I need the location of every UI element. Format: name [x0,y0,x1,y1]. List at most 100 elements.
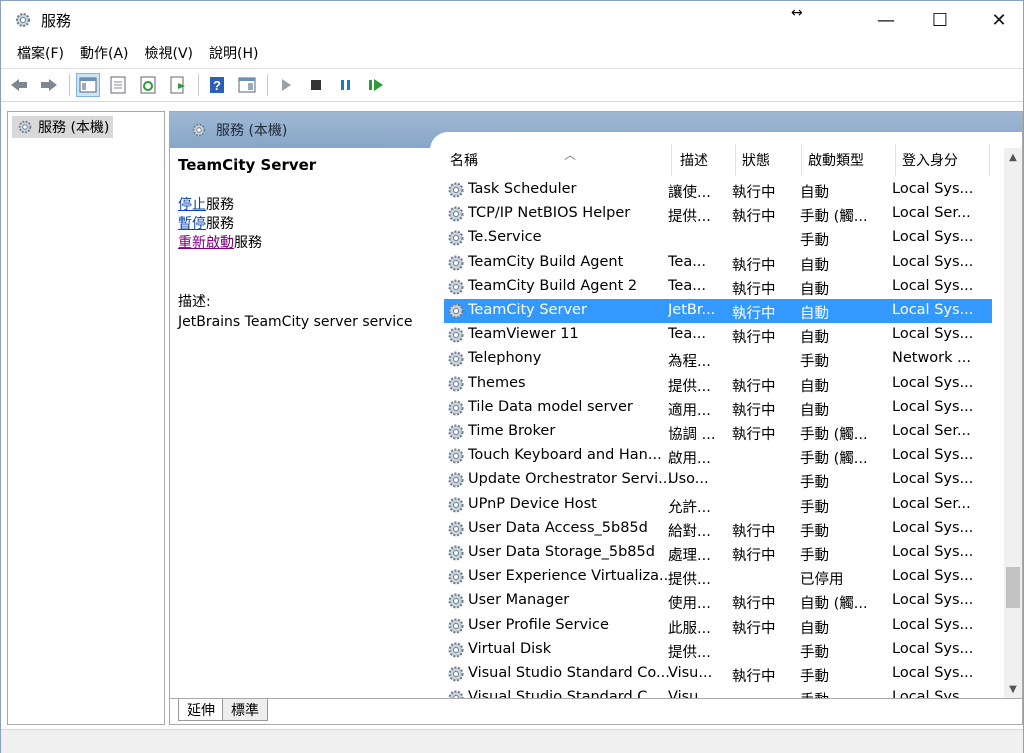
service-row[interactable]: User Data Access_5b85d 給對... 執行中 手動 Local Sy… [444,517,992,541]
column-header-logon-label: 登入身分 [902,153,958,169]
service-startup-cell: 手動 [800,354,829,371]
service-row[interactable]: TeamCity Build Agent Tea... 執行中 自動 Local Sys… [444,251,992,275]
service-row[interactable]: Time Broker 協調 ... 執行中 手動 (觸... Local Ser... [444,420,992,444]
column-header-description[interactable]: 描述 [674,144,736,176]
menu-action[interactable]: 動作(A) [72,43,137,63]
menu-view[interactable]: 檢視(V) [137,43,202,63]
service-name-cell: Telephony [468,350,542,367]
export-list-button[interactable] [166,73,190,97]
pause-suffix: 服務 [206,216,234,232]
sort-ascending-icon: ︿ [564,148,577,162]
service-row[interactable]: Te.Service 手動 Local Sys... [444,226,992,250]
service-gear-icon [446,688,466,698]
service-row[interactable]: Update Orchestrator Servi... Uso... 手動 Loca… [444,468,992,492]
service-gear-icon [446,664,466,684]
column-header-name[interactable]: 名稱 ︿ [444,144,672,176]
service-row[interactable]: TeamCity Build Agent 2 Tea... 執行中 自動 Local S… [444,275,992,299]
service-row[interactable]: TCP/IP NetBIOS Helper 提供... 執行中 手動 (觸... Loc… [444,202,992,226]
service-row[interactable]: Task Scheduler 讓使... 執行中 自動 Local Sys... [444,178,992,202]
service-logon-cell: Local Sys... [892,568,974,585]
service-name-cell: UPnP Device Host [468,495,597,512]
service-name-cell: TeamViewer 11 [468,326,579,343]
tree-node-services-local[interactable]: 服務 (本機) [12,116,114,138]
service-row[interactable]: Telephony 為程... 手動 Network ... [444,347,992,371]
window-title: 服務 [41,12,72,30]
show-hide-tree-button[interactable] [76,73,100,97]
service-row[interactable]: TeamCity Server JetBr... 執行中 自動 Local Sys... [444,299,992,323]
pause-service-link[interactable]: 暫停 [178,216,206,232]
services-gear-icon [192,123,206,137]
pause-button[interactable] [334,73,358,97]
service-row[interactable]: User Profile Service 此服... 執行中 自動 Local Sys.… [444,614,992,638]
menu-help[interactable]: 說明(H) [201,43,266,63]
close-button[interactable]: ✕ [976,1,1022,39]
status-bar [1,729,1023,753]
service-row[interactable]: User Experience Virtualiza... 提供... 已停用 Loc… [444,565,992,589]
service-row[interactable]: Touch Keyboard and Han... 啟用... 手動 (觸... Lo… [444,444,992,468]
column-header-startup-label: 啟動類型 [808,153,864,169]
service-logon-cell: Local Sys... [892,326,974,343]
show-hide-tree-icon [79,77,97,93]
restart-service-link[interactable]: 重新啟動 [178,235,234,251]
vertical-scrollbar[interactable]: ▲ ▼ [1004,148,1022,698]
service-logon-cell: Local Sys... [892,374,974,391]
service-row[interactable]: UPnP Device Host 允許... 手動 Local Ser... [444,493,992,517]
service-description: 描述: JetBrains TeamCity server service [178,292,413,332]
column-header-startup-type[interactable]: 啟動類型 [802,144,896,176]
column-header-status[interactable]: 狀態 [736,144,802,176]
service-status-cell: 執行中 [732,306,776,322]
service-status-cell: 執行中 [732,378,776,395]
refresh-button[interactable] [136,73,160,97]
console-button[interactable] [235,73,259,97]
service-row[interactable]: Themes 提供... 執行中 自動 Local Sys... [444,372,992,396]
forward-button[interactable] [37,73,61,97]
svg-text:?: ? [213,78,221,93]
service-gear-icon [446,204,466,224]
service-row[interactable]: TeamViewer 11 Tea... 執行中 自動 Local Sys... [444,323,992,347]
service-desc-cell: 為程... [668,354,711,371]
stop-button[interactable] [304,73,328,97]
service-name-cell: Virtual Disk [468,640,552,657]
service-startup-cell: 自動 [800,330,829,347]
tab-extended[interactable]: 延伸 [178,699,224,721]
scroll-down-arrow-icon[interactable]: ▼ [1004,680,1022,698]
service-row[interactable]: User Data Storage_5b85d 處理... 執行中 手動 Local S… [444,541,992,565]
scroll-up-arrow-icon[interactable]: ▲ [1004,148,1022,166]
service-row[interactable]: Virtual Disk 提供... 手動 Local Sys... [444,638,992,662]
service-name-cell: Visual Studio Standard Co... [468,665,670,681]
service-status-cell: 執行中 [732,330,776,347]
restart-button[interactable] [364,73,388,97]
back-button[interactable] [7,73,31,97]
help-button[interactable]: ? [205,73,229,97]
service-startup-cell: 手動 [800,523,829,540]
start-button[interactable] [274,73,298,97]
menu-file[interactable]: 檔案(F) [9,43,72,63]
service-startup-cell: 已停用 [800,572,844,589]
pause-icon [341,80,350,90]
service-row[interactable]: Visual Studio Standard C... Visu... 手動 Loca… [444,686,992,698]
minimize-button[interactable]: — [863,1,909,39]
stop-service-link[interactable]: 停止 [178,197,206,213]
service-row[interactable]: Tile Data model server 適用... 執行中 自動 Local Sy… [444,396,992,420]
service-desc-cell: 允許... [668,499,711,516]
service-row[interactable]: User Manager 使用... 執行中 自動 (觸... Local Sys... [444,589,992,613]
services-pane: 服務 (本機) TeamCity Server 停止服務 暫停服務 重新啟動服務… [169,111,1023,725]
properties-button[interactable] [106,73,130,97]
column-header-logon-as[interactable]: 登入身分 [896,144,990,176]
column-header-name-label: 名稱 [450,153,478,169]
service-gear-icon [446,470,466,490]
maximize-button[interactable]: ☐ [917,1,963,39]
start-icon [282,79,291,91]
service-logon-cell: Local Ser... [892,205,971,222]
service-desc-cell: 啟用... [668,451,711,468]
service-gear-icon [446,374,466,394]
service-logon-cell: Local Sys... [892,253,974,270]
service-row[interactable]: Visual Studio Standard Co... Visu... 執行中 手動… [444,662,992,686]
tab-standard[interactable]: 標準 [222,699,268,721]
service-desc-cell: JetBr... [668,302,716,318]
title-bar[interactable]: 服務 ↔ — ☐ ✕ [1,1,1023,39]
close-icon: ✕ [991,9,1007,31]
service-status-cell: 執行中 [732,523,776,540]
stop-icon [311,80,321,90]
scrollbar-thumb[interactable] [1006,566,1020,609]
